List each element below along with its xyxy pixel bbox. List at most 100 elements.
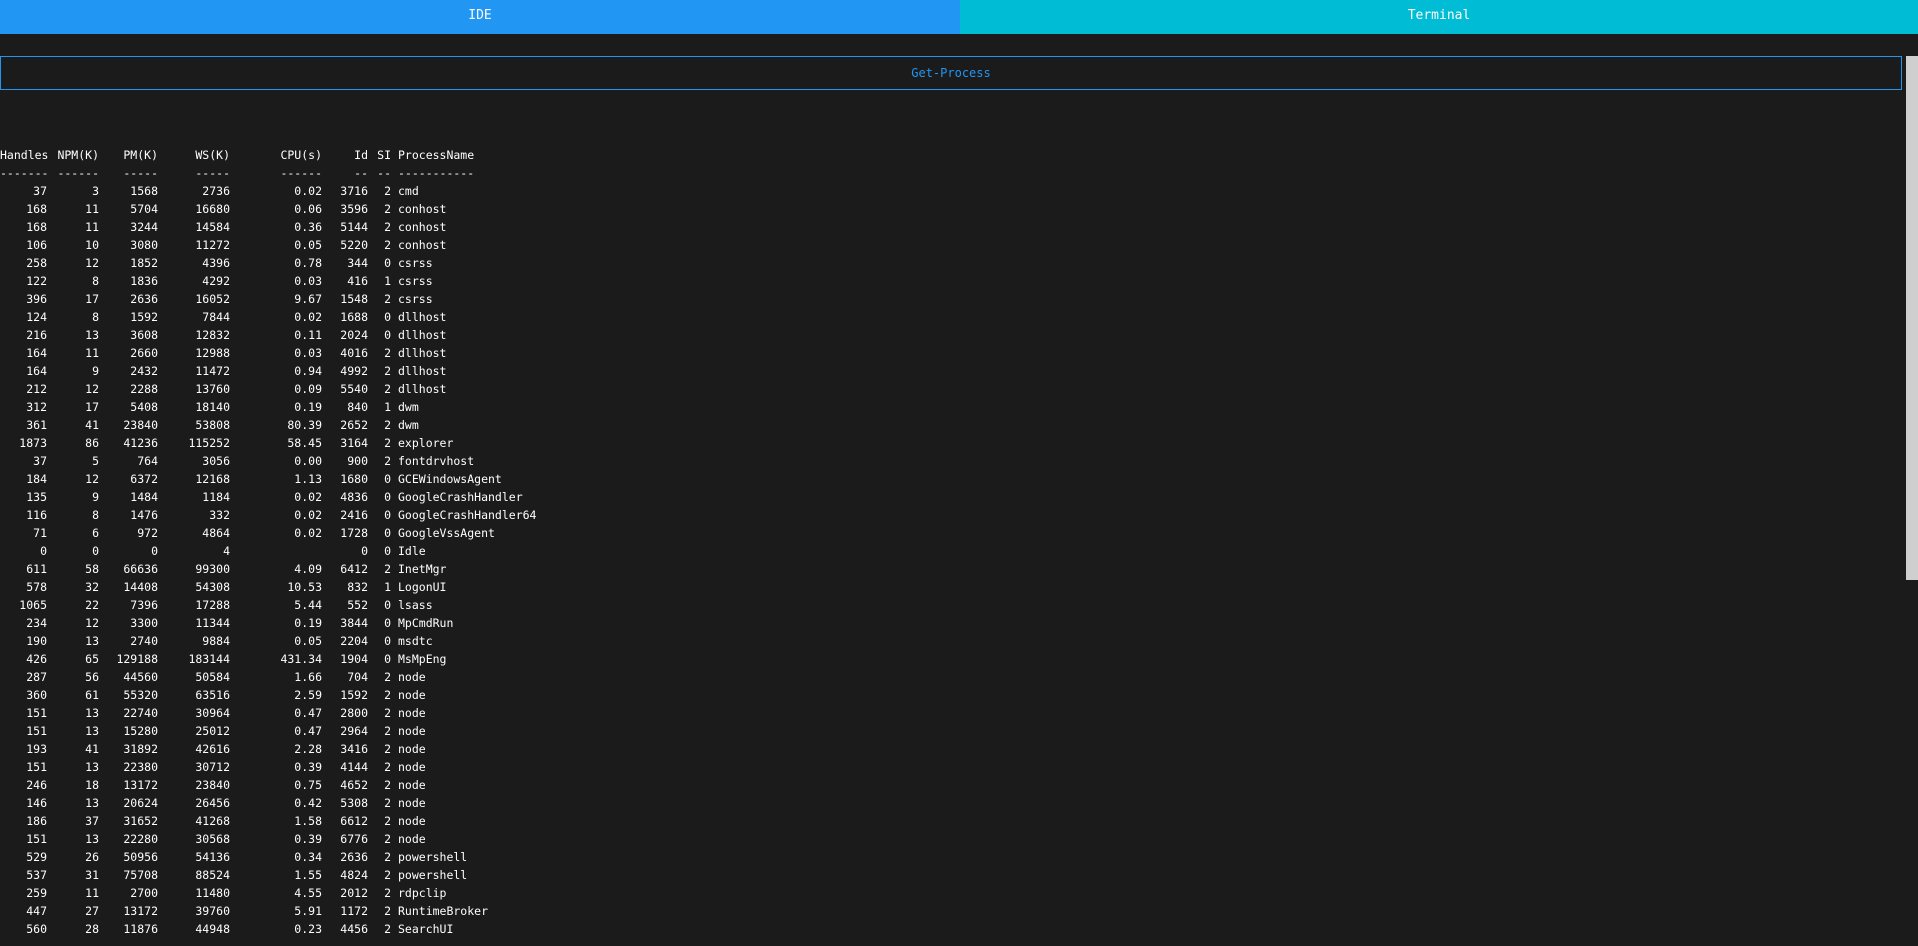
si-cell: 1: [384, 580, 391, 594]
pm-cell: 22380: [123, 760, 158, 774]
handles-cell: 37: [33, 184, 47, 198]
npm-cell: 26: [85, 850, 99, 864]
si-cell: 2: [384, 868, 391, 882]
pm-cell: 129188: [116, 652, 158, 666]
npm-cell: 13: [85, 328, 99, 342]
si-cell: 2: [384, 184, 391, 198]
id-cell: 1172: [340, 904, 368, 918]
cpu-cell: 4.55: [294, 886, 322, 900]
separator: --: [377, 166, 391, 180]
id-cell: 2012: [340, 886, 368, 900]
npm-cell: 10: [85, 238, 99, 252]
cpu-cell: 0.02: [294, 526, 322, 540]
pm-cell: 1476: [130, 508, 158, 522]
ws-cell: 63516: [195, 688, 230, 702]
table-header-row: Handles NPM(K) PM(K) WS(K) CPU(s) Id SI …: [0, 146, 520, 164]
npm-cell: 13: [85, 634, 99, 648]
pm-cell: 22280: [123, 832, 158, 846]
separator: --: [354, 166, 368, 180]
pm-cell: 15280: [123, 724, 158, 738]
table-separator-row: ------- ------ ----- ----- ------ -- -- …: [0, 164, 520, 182]
si-cell: 0: [384, 634, 391, 648]
table-row: 287 56 44560 50584 1.66 704 2 node: [0, 668, 520, 686]
ws-cell: 16052: [195, 292, 230, 306]
pm-cell: 2740: [130, 634, 158, 648]
pm-cell: 2288: [130, 382, 158, 396]
si-cell: 2: [384, 796, 391, 810]
cpu-cell: 5.44: [294, 598, 322, 612]
cpu-cell: 1.13: [294, 472, 322, 486]
handles-cell: 287: [26, 670, 47, 684]
si-cell: 2: [384, 904, 391, 918]
si-cell: 2: [384, 436, 391, 450]
process-name-cell: MpCmdRun: [398, 616, 454, 630]
si-cell: 2: [384, 562, 391, 576]
id-cell: 0: [361, 544, 368, 558]
separator: ------: [280, 166, 322, 180]
npm-cell: 11: [85, 346, 99, 360]
ws-cell: 12988: [195, 346, 230, 360]
pm-cell: 14408: [123, 580, 158, 594]
pm-cell: 2700: [130, 886, 158, 900]
id-cell: 1904: [340, 652, 368, 666]
pm-cell: 3300: [130, 616, 158, 630]
pm-cell: 31652: [123, 814, 158, 828]
cpu-cell: 5.91: [294, 904, 322, 918]
process-name-cell: dllhost: [398, 364, 447, 378]
si-cell: 2: [384, 292, 391, 306]
npm-cell: 8: [92, 274, 99, 288]
id-cell: 552: [347, 598, 368, 612]
npm-cell: 13: [85, 796, 99, 810]
handles-cell: 124: [26, 310, 47, 324]
si-cell: 2: [384, 778, 391, 792]
handles-cell: 396: [26, 292, 47, 306]
handles-cell: 259: [26, 886, 47, 900]
npm-cell: 58: [85, 562, 99, 576]
cpu-cell: 0.36: [294, 220, 322, 234]
process-name-cell: node: [398, 706, 426, 720]
cpu-cell: 9.67: [294, 292, 322, 306]
cpu-cell: 0.34: [294, 850, 322, 864]
id-cell: 3596: [340, 202, 368, 216]
npm-cell: 5: [92, 454, 99, 468]
table-row: 164 11 2660 12988 0.03 4016 2 dllhost: [0, 344, 520, 362]
pm-cell: 1568: [130, 184, 158, 198]
tab-terminal[interactable]: Terminal: [960, 0, 1918, 34]
id-cell: 900: [347, 454, 368, 468]
pm-cell: 3080: [130, 238, 158, 252]
process-name-cell: rdpclip: [398, 886, 447, 900]
process-name-cell: GCEWindowsAgent: [398, 472, 502, 486]
handles-cell: 37: [33, 454, 47, 468]
column-header: WS(K): [195, 148, 230, 162]
cpu-cell: 1.55: [294, 868, 322, 882]
cpu-cell: 431.34: [280, 652, 322, 666]
id-cell: 1548: [340, 292, 368, 306]
ws-cell: 53808: [195, 418, 230, 432]
tab-ide[interactable]: IDE: [0, 0, 960, 34]
column-header: NPM(K): [57, 148, 99, 162]
id-cell: 344: [347, 256, 368, 270]
get-process-button[interactable]: Get-Process: [0, 56, 1902, 90]
id-cell: 4652: [340, 778, 368, 792]
table-row: 212 12 2288 13760 0.09 5540 2 dllhost: [0, 380, 520, 398]
cpu-cell: 2.28: [294, 742, 322, 756]
table-row: 246 18 13172 23840 0.75 4652 2 node: [0, 776, 520, 794]
cpu-cell: 0.09: [294, 382, 322, 396]
npm-cell: 3: [92, 184, 99, 198]
pm-cell: 2636: [130, 292, 158, 306]
ws-cell: 12168: [195, 472, 230, 486]
id-cell: 416: [347, 274, 368, 288]
tab-bar: IDE Terminal: [0, 0, 1918, 34]
id-cell: 704: [347, 670, 368, 684]
scrollbar[interactable]: [1904, 56, 1918, 946]
pm-cell: 50956: [123, 850, 158, 864]
table-row: 361 41 23840 53808 80.39 2652 2 dwm: [0, 416, 520, 434]
id-cell: 5540: [340, 382, 368, 396]
cpu-cell: 1.66: [294, 670, 322, 684]
npm-cell: 12: [85, 256, 99, 270]
cpu-cell: 1.58: [294, 814, 322, 828]
process-name-cell: node: [398, 742, 426, 756]
scrollbar-thumb[interactable]: [1906, 56, 1918, 580]
si-cell: 2: [384, 238, 391, 252]
cpu-cell: 10.53: [287, 580, 322, 594]
